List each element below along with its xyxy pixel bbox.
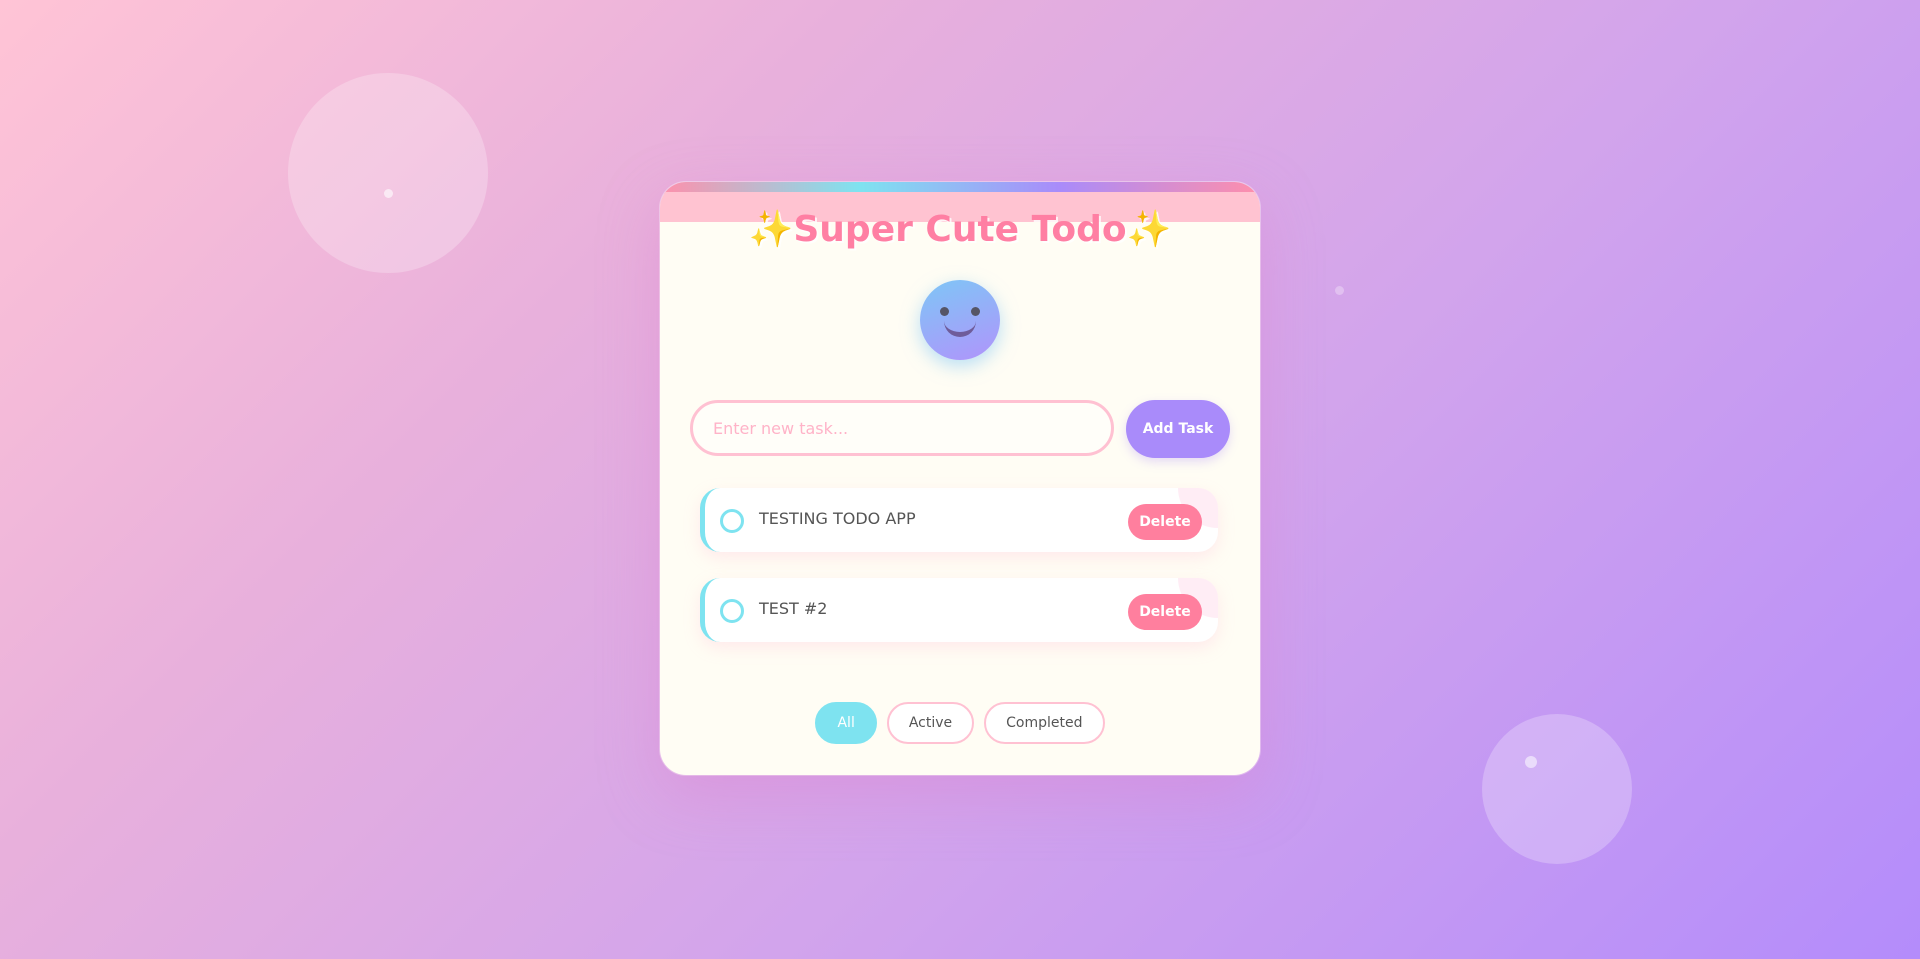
todo-text: TEST #2 <box>759 599 828 618</box>
delete-todo-button[interactable]: Delete <box>1128 504 1202 540</box>
todo-item: TEST #2 Delete <box>700 578 1218 642</box>
todo-text: TESTING TODO APP <box>759 509 916 528</box>
filter-bar: All Active Completed <box>660 702 1260 744</box>
filter-active-button[interactable]: Active <box>886 702 975 744</box>
background-bubble <box>1482 714 1632 864</box>
app-title: ✨Super Cute Todo✨ <box>660 208 1260 250</box>
background-dot <box>1525 756 1537 768</box>
face-mouth <box>944 316 976 337</box>
todo-card: ✨Super Cute Todo✨ Add Task TESTING TODO … <box>660 182 1260 775</box>
background-bubble <box>288 73 488 273</box>
delete-todo-button[interactable]: Delete <box>1128 594 1202 630</box>
todo-checkbox[interactable] <box>720 509 744 533</box>
filter-all-button[interactable]: All <box>815 702 877 744</box>
todo-item: TESTING TODO APP Delete <box>700 488 1218 552</box>
todo-checkbox[interactable] <box>720 599 744 623</box>
add-task-button[interactable]: Add Task <box>1126 400 1230 458</box>
sparkle-icon: ✨ <box>1126 209 1172 250</box>
sparkle-icon: ✨ <box>748 209 794 250</box>
face-eye-left <box>940 307 949 316</box>
face-eye-right <box>971 307 980 316</box>
filter-completed-button[interactable]: Completed <box>984 702 1105 744</box>
app-title-text: Super Cute Todo <box>793 209 1127 250</box>
new-task-input[interactable] <box>690 400 1114 456</box>
background-dot <box>1335 286 1344 295</box>
background-dot <box>384 189 393 198</box>
smiley-face-icon <box>920 280 1000 360</box>
